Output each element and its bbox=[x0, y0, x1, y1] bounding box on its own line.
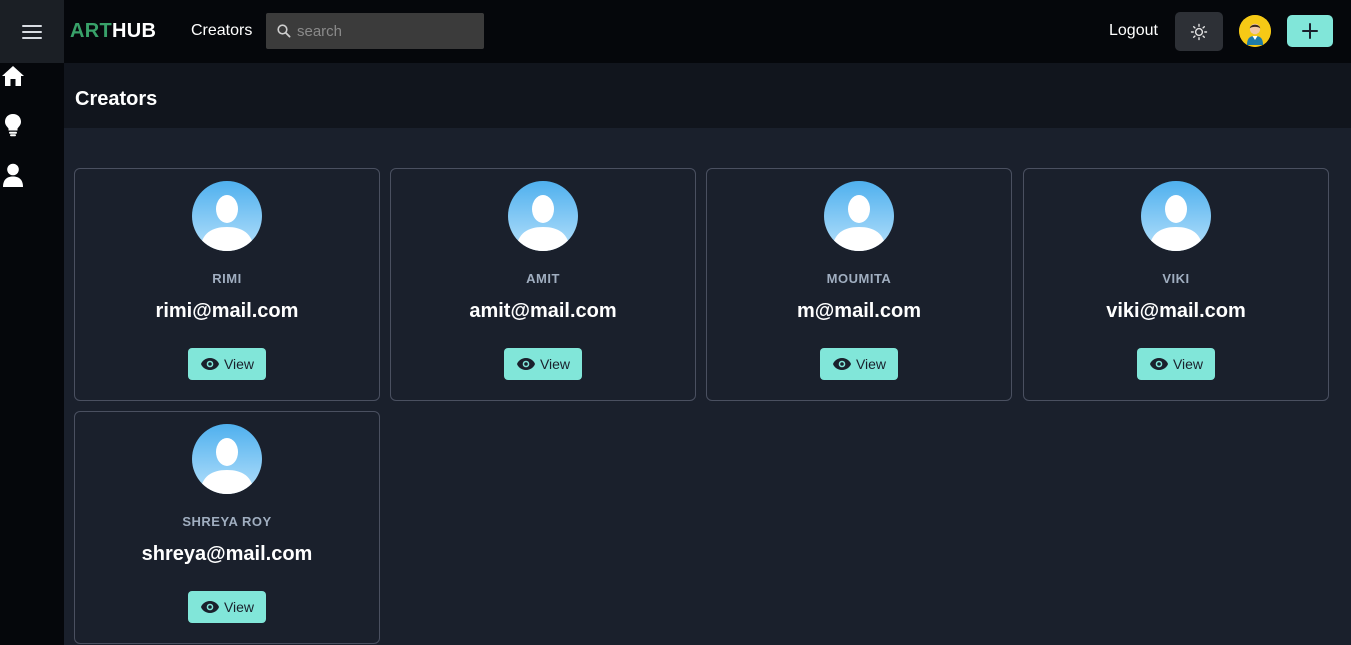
creator-name: MOUMITA bbox=[826, 271, 892, 286]
creator-card: RIMI rimi@mail.com View bbox=[74, 168, 380, 401]
logout-link[interactable]: Logout bbox=[1109, 22, 1158, 40]
page-header bbox=[64, 63, 1351, 128]
creator-card: MOUMITA m@mail.com View bbox=[706, 168, 1012, 401]
sidebar-item-ideas[interactable] bbox=[0, 112, 26, 138]
creator-card: AMIT amit@mail.com View bbox=[390, 168, 696, 401]
eye-icon bbox=[516, 358, 535, 370]
creator-email: rimi@mail.com bbox=[155, 300, 299, 322]
plus-icon bbox=[1302, 23, 1318, 39]
creator-email: m@mail.com bbox=[797, 300, 921, 322]
creator-name: VIKI bbox=[1162, 271, 1190, 286]
default-profile-icon bbox=[1141, 181, 1211, 251]
search-icon bbox=[277, 24, 291, 38]
add-button[interactable] bbox=[1287, 15, 1333, 47]
creator-avatar bbox=[192, 181, 262, 251]
default-profile-icon bbox=[508, 181, 578, 251]
search-box[interactable] bbox=[266, 13, 484, 49]
eye-icon bbox=[200, 358, 219, 370]
home-icon bbox=[2, 66, 24, 86]
sun-icon bbox=[1190, 23, 1208, 40]
creator-avatar bbox=[192, 424, 262, 494]
view-button[interactable]: View bbox=[504, 348, 582, 380]
view-button-label: View bbox=[223, 599, 255, 615]
view-button[interactable]: View bbox=[1137, 348, 1215, 380]
nav-link-creators[interactable]: Creators bbox=[191, 22, 252, 40]
creator-avatar bbox=[824, 181, 894, 251]
eye-icon bbox=[832, 358, 851, 370]
view-button[interactable]: View bbox=[820, 348, 898, 380]
hamburger-icon bbox=[22, 24, 42, 39]
sidebar-item-profile[interactable] bbox=[0, 162, 26, 188]
creator-avatar bbox=[508, 181, 578, 251]
theme-toggle-button[interactable] bbox=[1175, 12, 1223, 51]
creator-card: VIKI viki@mail.com View bbox=[1023, 168, 1329, 401]
default-profile-icon bbox=[824, 181, 894, 251]
view-button[interactable]: View bbox=[188, 348, 266, 380]
creator-name: SHREYA ROY bbox=[182, 514, 272, 529]
default-profile-icon bbox=[192, 424, 262, 494]
creator-avatar bbox=[1141, 181, 1211, 251]
sidebar-item-home[interactable] bbox=[0, 63, 26, 89]
avatar-person-icon bbox=[1239, 15, 1271, 47]
menu-toggle-button[interactable] bbox=[0, 0, 64, 63]
creator-email: shreya@mail.com bbox=[141, 543, 313, 565]
default-profile-icon bbox=[192, 181, 262, 251]
left-sidebar bbox=[0, 0, 64, 645]
user-icon bbox=[3, 163, 23, 187]
creator-name: AMIT bbox=[526, 271, 560, 286]
user-avatar[interactable] bbox=[1239, 15, 1271, 47]
page-title: Creators bbox=[75, 88, 158, 110]
view-button-label: View bbox=[539, 356, 571, 372]
view-button-label: View bbox=[223, 356, 255, 372]
view-button-label: View bbox=[1172, 356, 1204, 372]
view-button-label: View bbox=[855, 356, 887, 372]
creator-email: viki@mail.com bbox=[1106, 300, 1246, 322]
creator-card: SHREYA ROY shreya@mail.com View bbox=[74, 411, 380, 644]
creator-name: RIMI bbox=[212, 271, 242, 286]
search-input[interactable] bbox=[297, 22, 477, 40]
eye-icon bbox=[1149, 358, 1168, 370]
creator-email: amit@mail.com bbox=[469, 300, 617, 322]
eye-icon bbox=[200, 601, 219, 613]
view-button[interactable]: View bbox=[188, 591, 266, 623]
lightbulb-icon bbox=[5, 114, 21, 137]
app-logo[interactable]: ARTHUB bbox=[70, 20, 156, 43]
